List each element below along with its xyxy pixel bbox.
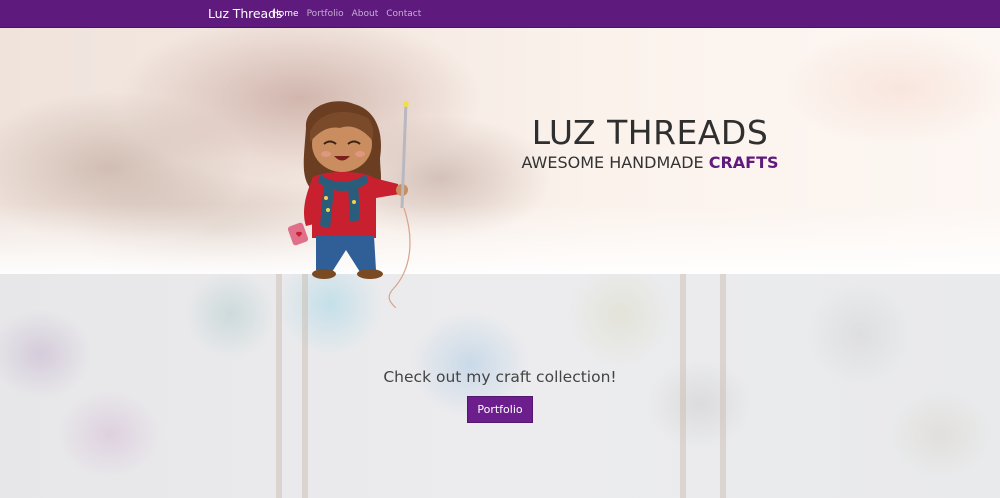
nav-link-home[interactable]: Home [272,9,299,19]
portfolio-section: Check out my craft collection! Portfolio [0,274,1000,498]
hero-banner: LUZ THREADS AWESOME HANDMADE CRAFTS [0,28,1000,274]
shelf-divider [276,274,282,498]
hero-text: LUZ THREADS AWESOME HANDMADE CRAFTS [500,114,800,174]
mascot-illustration [287,101,411,308]
portfolio-button[interactable]: Portfolio [467,396,533,423]
nav-links: Home Portfolio About Contact [272,9,429,19]
shelf-divider [680,274,686,498]
nav-link-contact[interactable]: Contact [386,9,421,19]
hero-title: LUZ THREADS [531,113,769,152]
hero-subtitle-prefix: AWESOME HANDMADE [521,153,709,172]
hero-subtitle: AWESOME HANDMADE CRAFTS [500,152,800,174]
nav-link-portfolio[interactable]: Portfolio [307,9,344,19]
nav-link-about[interactable]: About [352,9,379,19]
cta-text: Check out my craft collection! [383,368,617,386]
navbar: Luz Threads Home Portfolio About Contact [0,0,1000,28]
shelf-divider [720,274,726,498]
hero-subtitle-accent: CRAFTS [708,153,779,172]
